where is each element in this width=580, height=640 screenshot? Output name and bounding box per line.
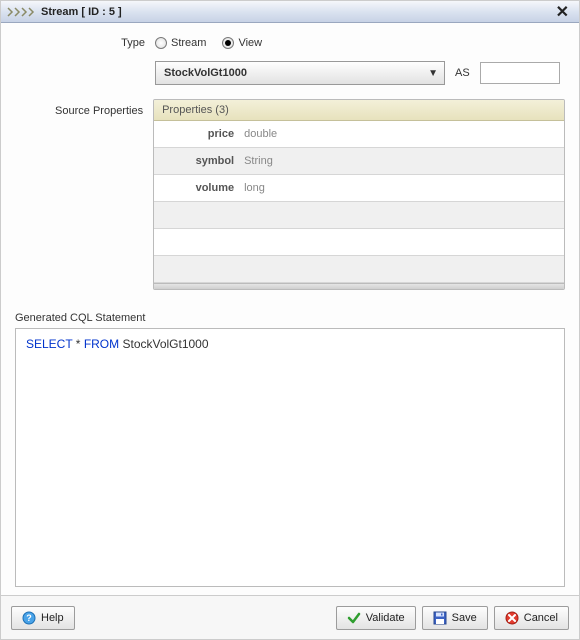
source-select[interactable]: StockVolGt1000 ▼ [155,61,445,85]
chevron-down-icon: ▼ [428,68,438,79]
radio-view[interactable]: View [222,37,262,49]
check-icon [347,611,361,625]
save-button[interactable]: Save [422,606,488,630]
property-type: String [244,155,273,167]
titlebar: Stream [ ID : 5 ] ✕ [1,1,579,23]
svg-text:?: ? [26,613,32,623]
property-type: double [244,128,277,140]
window-title: Stream [ ID : 5 ] [41,6,552,18]
property-name: symbol [154,155,244,167]
floppy-icon [433,611,447,625]
properties-header: Properties (3) [154,100,564,121]
property-row: symbol String [154,148,564,175]
as-label: AS [455,67,470,79]
select-row: StockVolGt1000 ▼ AS [15,61,565,85]
cql-label: Generated CQL Statement [15,312,565,324]
radio-view-label: View [238,37,262,49]
type-row: Type Stream View [15,37,565,49]
property-type: long [244,182,265,194]
property-name: price [154,128,244,140]
property-name: volume [154,182,244,194]
property-row-empty [154,229,564,256]
property-row: volume long [154,175,564,202]
cancel-icon [505,611,519,625]
cancel-button-label: Cancel [524,612,558,624]
cql-textarea[interactable]: SELECT * FROM StockVolGt1000 [15,328,565,587]
button-bar: ? Help Validate Save [1,595,579,639]
validate-button[interactable]: Validate [336,606,416,630]
cql-keyword: FROM [84,337,119,351]
source-properties-row: Source Properties Properties (3) price d… [15,99,565,290]
source-properties-label: Source Properties [15,99,153,117]
help-button-label: Help [41,612,64,624]
validate-button-label: Validate [366,612,405,624]
radio-icon [155,37,167,49]
cancel-button[interactable]: Cancel [494,606,569,630]
close-icon[interactable]: ✕ [552,2,573,22]
radio-stream[interactable]: Stream [155,37,206,49]
radio-icon [222,37,234,49]
content-area: Type Stream View StockVolGt1000 ▼ AS Sou… [1,23,579,595]
properties-panel-footer [154,283,564,289]
save-button-label: Save [452,612,477,624]
as-input[interactable] [480,62,560,84]
type-radio-group: Stream View [155,37,262,49]
help-button[interactable]: ? Help [11,606,75,630]
property-row: price double [154,121,564,148]
source-select-value: StockVolGt1000 [164,67,247,79]
radio-stream-label: Stream [171,37,206,49]
help-icon: ? [22,611,36,625]
cql-text: StockVolGt1000 [119,337,208,351]
type-label: Type [15,37,155,49]
properties-panel: Properties (3) price double symbol Strin… [153,99,565,290]
property-row-empty [154,256,564,283]
cql-text: * [72,337,83,351]
property-row-empty [154,202,564,229]
cql-keyword: SELECT [26,337,72,351]
chevrons-icon [7,6,35,18]
